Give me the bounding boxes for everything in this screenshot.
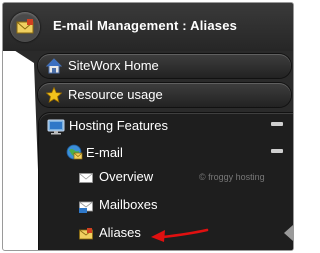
nav-resource-usage-label: Resource usage	[68, 87, 163, 102]
envelope-icon	[79, 173, 93, 183]
collapse-email-button[interactable]	[271, 149, 283, 153]
active-indicator-icon	[284, 225, 293, 241]
email-item-overview-label: Overview	[99, 169, 154, 184]
alias-envelope-icon	[79, 228, 93, 240]
header-icon-holder	[10, 12, 40, 42]
sidebar-frame: E-mail Management : Aliases SiteWorx Hom…	[2, 2, 294, 251]
mailbox-icon	[79, 201, 93, 213]
nav-resource-usage[interactable]: Resource usage	[38, 83, 291, 107]
email-label[interactable]: E-mail	[86, 145, 123, 160]
arrow-annotation-icon	[151, 228, 209, 242]
email-item-mailboxes[interactable]: Mailboxes	[77, 197, 227, 217]
collapse-hosting-button[interactable]	[271, 122, 283, 126]
page-title: E-mail Management : Aliases	[53, 18, 238, 33]
monitor-icon	[47, 119, 65, 135]
email-item-aliases-label: Aliases	[99, 225, 141, 240]
header-bar: E-mail Management : Aliases	[3, 3, 293, 51]
home-icon	[46, 58, 62, 74]
envelope-icon	[16, 19, 34, 34]
hosting-features-label[interactable]: Hosting Features	[69, 118, 168, 133]
star-icon	[46, 87, 62, 103]
watermark-text: © froggy hosting	[199, 172, 265, 182]
email-item-mailboxes-label: Mailboxes	[99, 197, 158, 212]
hosting-features-section: Hosting Features E-mail Overview Mailbox…	[39, 113, 293, 250]
nav-siteworx-home-label: SiteWorx Home	[68, 58, 159, 73]
globe-mail-icon	[66, 144, 83, 160]
nav-siteworx-home[interactable]: SiteWorx Home	[38, 54, 291, 78]
